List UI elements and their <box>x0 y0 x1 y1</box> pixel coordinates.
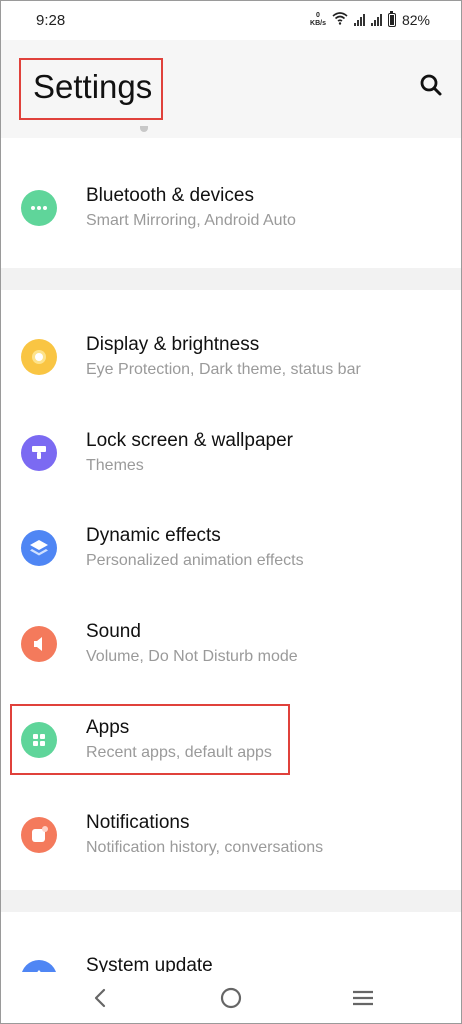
status-bar: 9:28 0 KB/s 82% <box>0 0 462 40</box>
section-divider <box>0 890 462 912</box>
item-label: Dynamic effects <box>86 525 221 546</box>
item-label: Lock screen & wallpaper <box>86 430 293 451</box>
item-label: System update <box>86 955 213 972</box>
item-subtitle: Themes <box>86 457 144 474</box>
battery-percent: 82% <box>401 11 430 28</box>
item-subtitle: Recent apps, default apps <box>86 744 272 761</box>
item-subtitle: Personalized animation effects <box>86 552 304 569</box>
net-speed-unit: KB/s <box>310 19 326 27</box>
speaker-icon <box>21 626 57 662</box>
item-label: Notifications <box>86 812 190 833</box>
item-label: Sound <box>86 621 141 642</box>
signal-icon-sim1 <box>353 13 365 26</box>
back-chevron-icon[interactable] <box>86 984 116 1012</box>
item-subtitle: Volume, Do Not Disturb mode <box>86 648 298 665</box>
settings-item-display[interactable]: Display & brightness Eye Protection, Dar… <box>0 322 462 392</box>
settings-item-bluetooth[interactable]: Bluetooth & devices Smart Mirroring, And… <box>0 173 462 243</box>
settings-section-connectivity: Bluetooth & devices Smart Mirroring, And… <box>0 138 462 268</box>
item-label: Bluetooth & devices <box>86 185 254 206</box>
settings-item-lock-screen[interactable]: Lock screen & wallpaper Themes <box>0 418 462 488</box>
settings-section-system: System update <box>0 912 462 972</box>
wifi-icon <box>332 11 348 28</box>
item-subtitle: Notification history, conversations <box>86 839 324 856</box>
settings-item-system-update[interactable]: System update <box>0 943 462 972</box>
item-label: Apps <box>86 717 130 738</box>
more-dots-icon <box>21 190 57 226</box>
signal-icon-sim2 <box>370 13 382 26</box>
menu-lines-icon[interactable] <box>348 984 378 1012</box>
net-speed-value: 0 <box>316 11 320 19</box>
layers-icon <box>21 530 57 566</box>
page-title: Settings <box>33 68 153 105</box>
item-subtitle: Eye Protection, Dark theme, status bar <box>86 361 361 378</box>
battery-icon <box>387 10 396 27</box>
settings-item-apps[interactable]: Apps Recent apps, default apps <box>0 705 462 775</box>
apps-grid-icon <box>21 722 57 758</box>
paint-brush-icon <box>21 435 57 471</box>
search-icon[interactable] <box>418 72 444 98</box>
home-circle-icon[interactable] <box>216 984 246 1012</box>
item-subtitle: Smart Mirroring, Android Auto <box>86 212 296 229</box>
status-icons: 0 KB/s 82% <box>310 10 430 28</box>
settings-item-dynamic-effects[interactable]: Dynamic effects Personalized animation e… <box>0 513 462 583</box>
update-arrow-icon <box>21 960 57 972</box>
settings-item-sound[interactable]: Sound Volume, Do Not Disturb mode <box>0 609 462 679</box>
notification-icon <box>21 817 57 853</box>
status-time: 9:28 <box>36 12 66 29</box>
settings-item-notifications[interactable]: Notifications Notification history, conv… <box>0 800 462 870</box>
section-divider <box>0 268 462 290</box>
item-label: Display & brightness <box>86 334 260 355</box>
navigation-bar <box>0 972 462 1024</box>
brightness-icon <box>21 339 57 375</box>
settings-header: Settings <box>0 40 462 138</box>
scrolled-item-peek <box>82 126 162 136</box>
net-speed-indicator: 0 KB/s <box>310 12 326 28</box>
